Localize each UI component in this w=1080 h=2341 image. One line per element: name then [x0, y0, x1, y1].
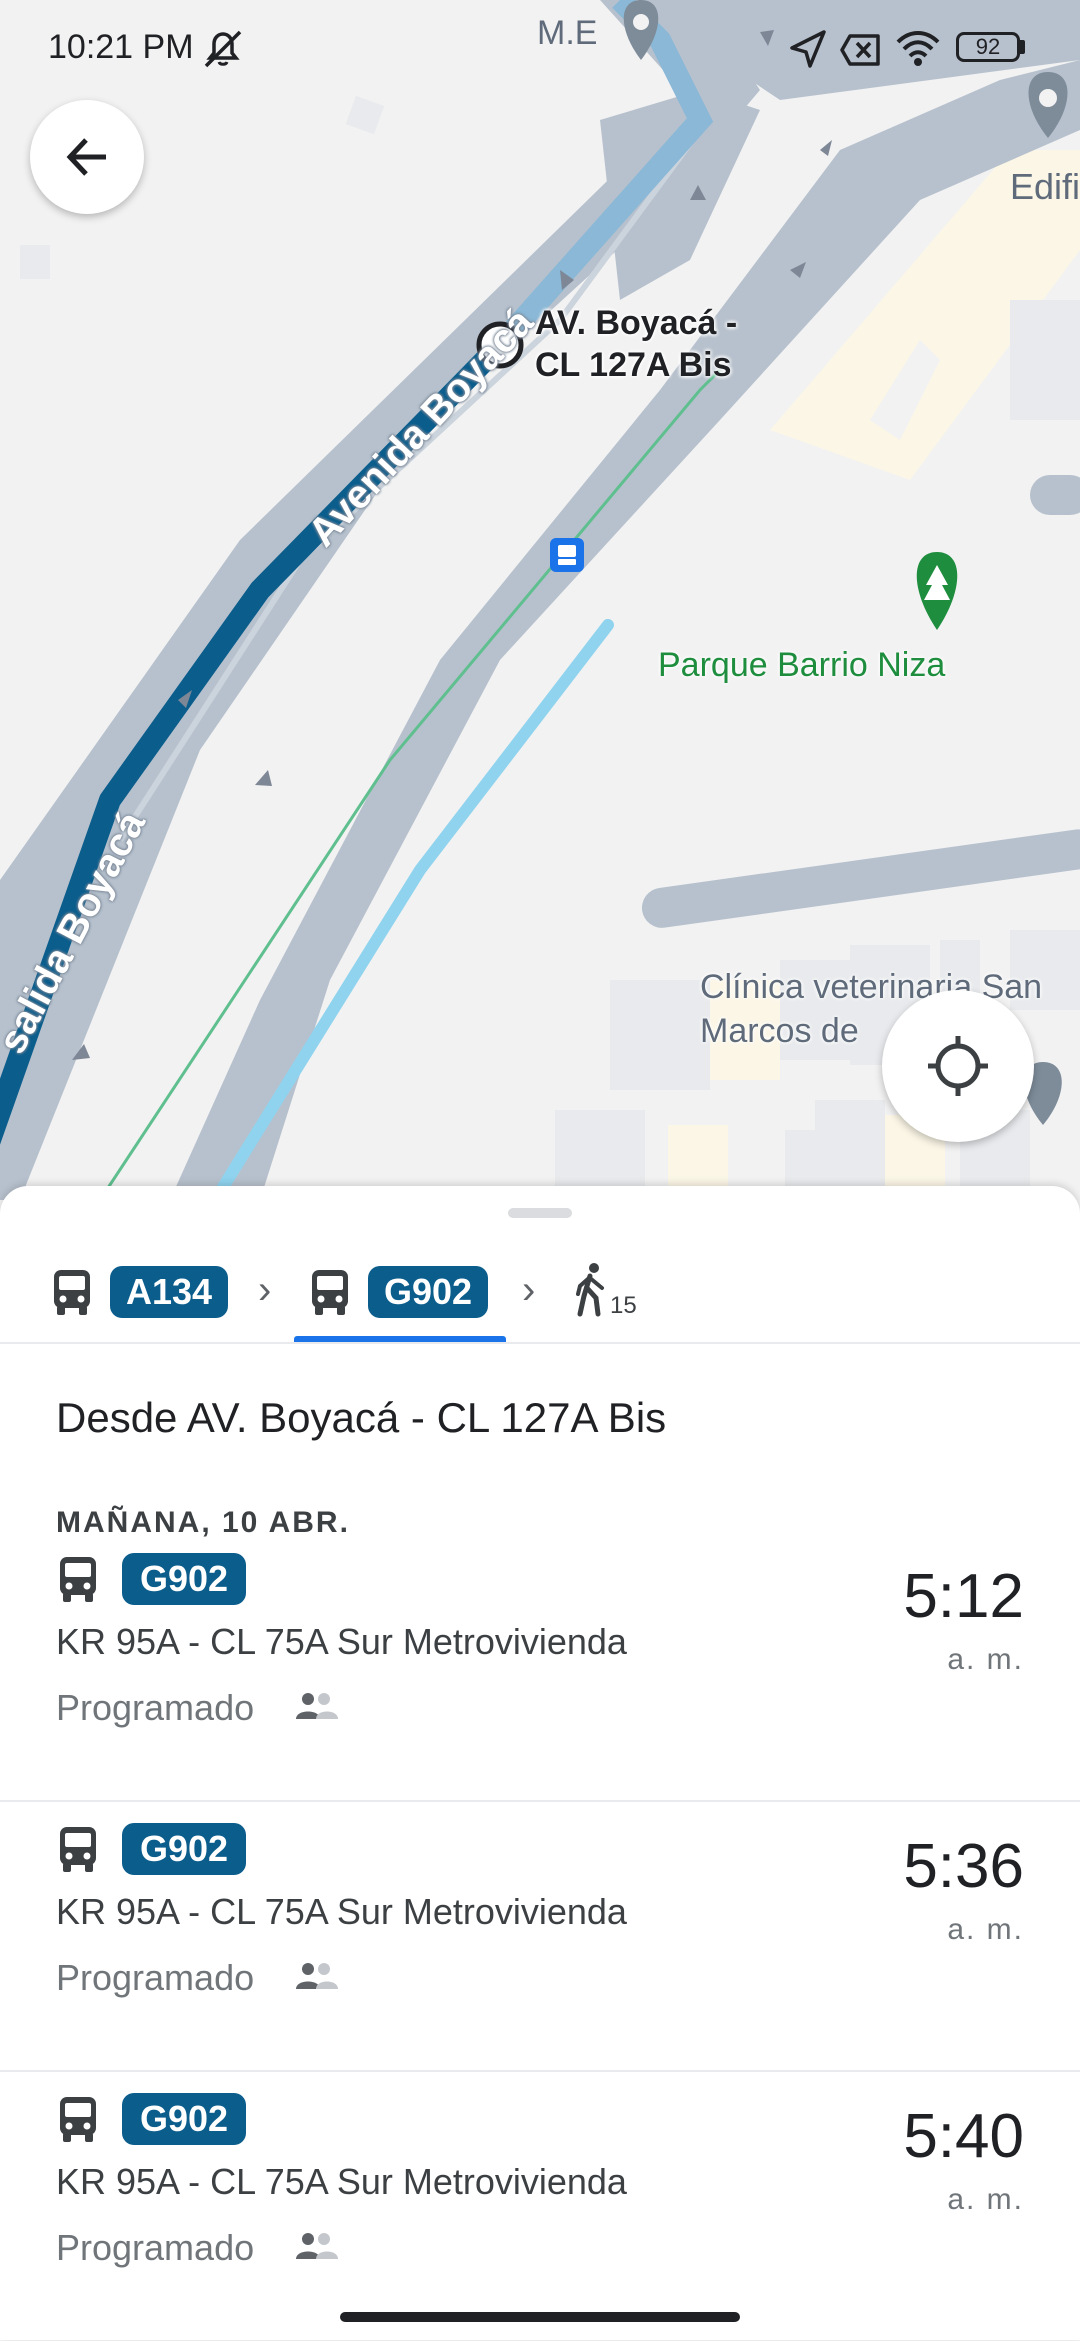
stop-title: Desde AV. Boyacá - CL 127A Bis: [56, 1394, 667, 1441]
crosshair-icon: [928, 1036, 988, 1096]
back-button[interactable]: [30, 100, 144, 214]
departure-time: 5:12: [903, 1562, 1024, 1631]
route-step-g902[interactable]: G902: [310, 1266, 489, 1318]
chevron-right-icon: ›: [522, 1268, 536, 1312]
status-time: 10:21 PM: [48, 28, 194, 66]
bus-icon: [60, 1827, 96, 1872]
walk-minutes: 15: [610, 1292, 637, 1319]
data-off-icon: [840, 34, 880, 66]
departure-row[interactable]: G902 KR 95A - CL 75A Sur Metrovivienda P…: [0, 2071, 1080, 2341]
chevron-right-icon: ›: [258, 1268, 272, 1312]
route-badge: G902: [368, 1266, 489, 1318]
departure-row[interactable]: G902 KR 95A - CL 75A Sur Metrovivienda P…: [0, 1531, 1080, 1801]
crowd-level-icon: [296, 1693, 338, 1719]
bus-icon: [60, 1557, 96, 1602]
route-badge: G902: [122, 2093, 247, 2145]
departure-status: Programado: [56, 1687, 255, 1728]
departure-time: 5:40: [903, 2102, 1024, 2171]
route-step-a134[interactable]: A134: [52, 1266, 229, 1318]
origin-stop-label[interactable]: AV. Boyacá - CL 127A Bis: [535, 302, 737, 386]
divider: [0, 1342, 1080, 1344]
walking-person-icon: [576, 1263, 604, 1317]
place-label-edif[interactable]: Edifi: [1010, 166, 1080, 208]
wifi-icon: [896, 31, 940, 66]
departure-destination: KR 95A - CL 75A Sur Metrovivienda: [56, 1891, 627, 1932]
bus-icon: [312, 1270, 348, 1315]
battery-tip: [1020, 40, 1025, 54]
departure-ampm: a. m.: [947, 1643, 1024, 1676]
bus-icon: [60, 2097, 96, 2142]
location-arrow-icon: [790, 30, 826, 68]
departure-ampm: a. m.: [947, 1913, 1024, 1946]
arrow-back-icon: [66, 138, 106, 176]
route-steps-bar: A134 › G902 › 15: [0, 1248, 1080, 1332]
bell-off-icon: [204, 30, 242, 68]
departures-sheet: A134 › G902 › 15 Desde AV. Boyacá - CL 1…: [0, 1186, 1080, 2340]
departure-status: Programado: [56, 2227, 255, 2268]
departure-ampm: a. m.: [947, 2183, 1024, 2216]
origin-stop-label-line1: AV. Boyacá -: [535, 304, 738, 342]
route-badge: G902: [122, 1553, 247, 1605]
crowd-level-icon: [296, 1963, 338, 1989]
park-label[interactable]: Parque Barrio Niza: [658, 646, 945, 685]
origin-stop-label-line2: CL 127A Bis: [535, 346, 732, 384]
bus-icon: [54, 1270, 90, 1315]
status-bar: 10:21 PM 92: [0, 0, 1080, 100]
departure-destination: KR 95A - CL 75A Sur Metrovivienda: [56, 1621, 627, 1662]
departure-status: Programado: [56, 1957, 255, 1998]
departure-row[interactable]: G902 KR 95A - CL 75A Sur Metrovivienda P…: [0, 1801, 1080, 2071]
home-indicator[interactable]: [340, 2312, 740, 2322]
crowd-level-icon: [296, 2233, 338, 2259]
departure-time: 5:36: [903, 1832, 1024, 1901]
sheet-drag-handle[interactable]: [508, 1208, 572, 1218]
departure-destination: KR 95A - CL 75A Sur Metrovivienda: [56, 2161, 627, 2202]
battery-indicator: 92: [956, 32, 1020, 62]
route-badge: G902: [122, 1823, 247, 1875]
route-badge: A134: [110, 1266, 229, 1318]
my-location-button[interactable]: [882, 990, 1034, 1142]
route-step-walk[interactable]: [572, 1262, 612, 1318]
battery-level: 92: [975, 34, 1001, 59]
